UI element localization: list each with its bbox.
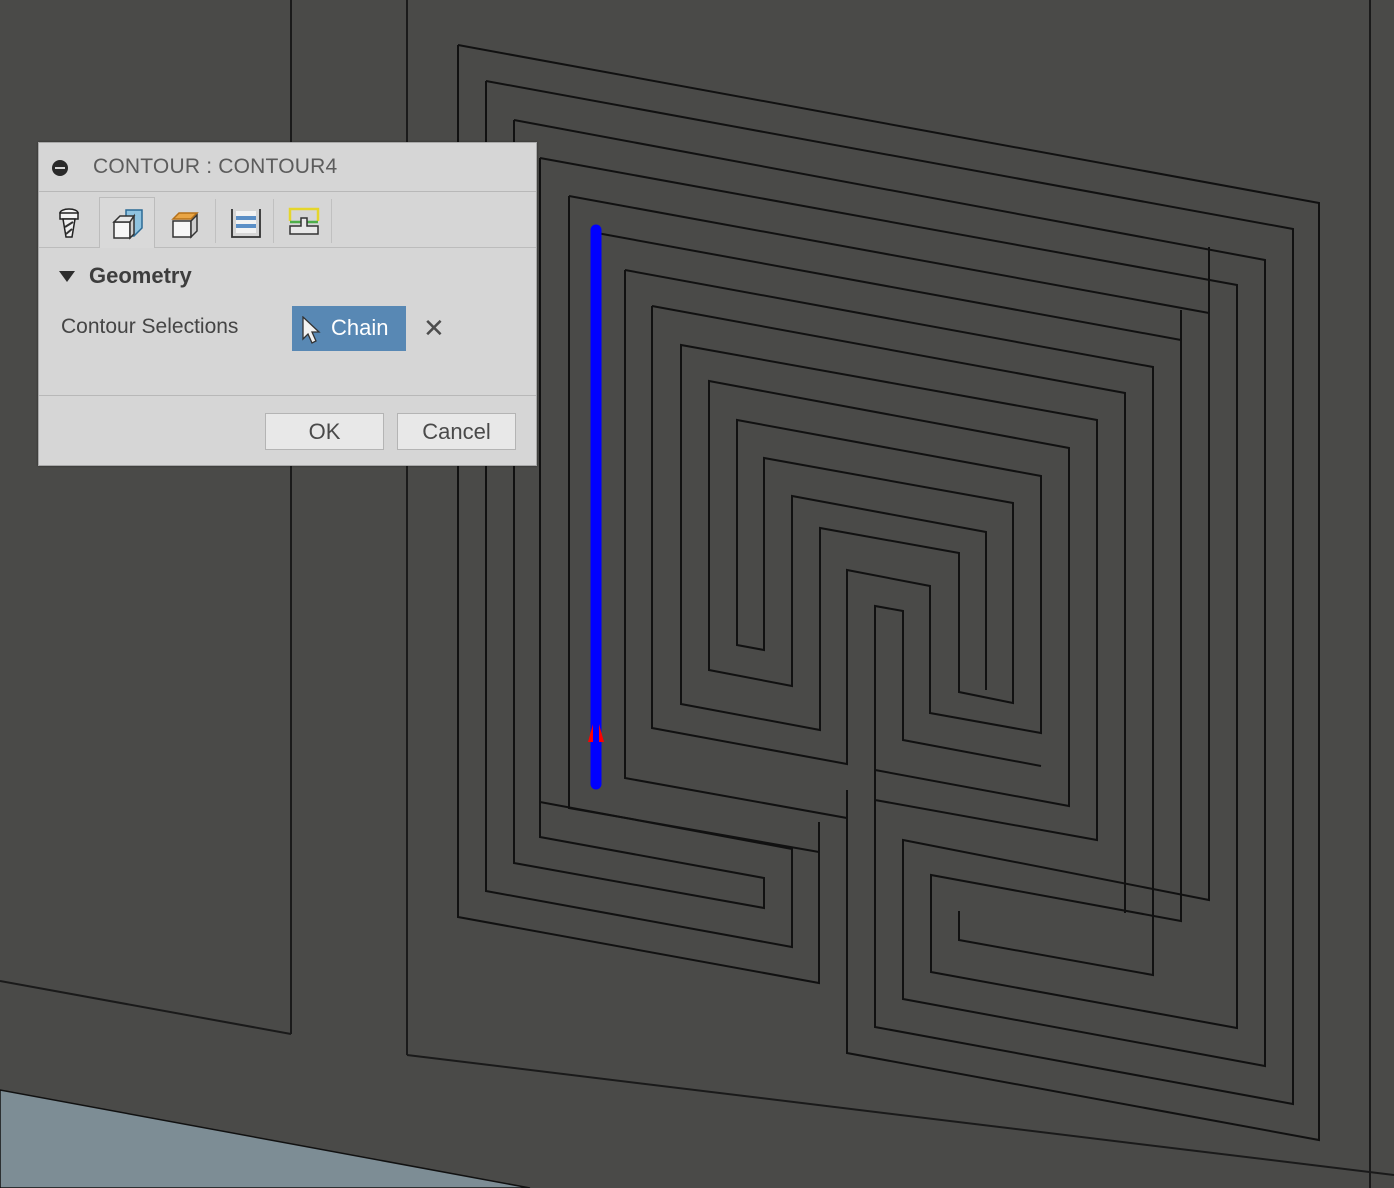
section-title: Geometry [89, 263, 192, 288]
expand-triangle-icon[interactable] [59, 271, 75, 282]
maze-contours [457, 44, 1320, 1142]
linking-icon [288, 207, 320, 235]
tab-divider [273, 199, 274, 243]
geometry-box-icon [112, 209, 143, 240]
tab-heights[interactable] [157, 197, 213, 247]
ground-plane [0, 1089, 531, 1188]
tab-divider [215, 199, 216, 243]
ok-button[interactable]: OK [265, 413, 384, 450]
drill-bit-icon [59, 208, 79, 238]
clear-selection-icon[interactable]: ✕ [423, 315, 445, 341]
dialog-title: CONTOUR : CONTOUR4 [93, 155, 338, 178]
collapse-icon[interactable] [52, 160, 68, 176]
cancel-button[interactable]: Cancel [397, 413, 516, 450]
dialog-header[interactable]: CONTOUR : CONTOUR4 [39, 143, 536, 192]
chain-button-label: Chain [331, 315, 389, 340]
contour-selections-label: Contour Selections [61, 315, 239, 338]
contour-dialog: CONTOUR : CONTOUR4 Geometry Contour Sele… [38, 142, 537, 466]
tab-passes[interactable] [217, 197, 273, 247]
heights-box-icon [171, 212, 199, 239]
chain-selection-button[interactable]: Chain [292, 306, 406, 351]
tab-divider [331, 199, 332, 243]
tab-linking[interactable] [275, 197, 331, 247]
dialog-tabs [39, 191, 536, 248]
tab-geometry[interactable] [99, 197, 155, 248]
tab-tool[interactable] [43, 197, 99, 247]
dialog-footer: OK Cancel [39, 395, 536, 465]
pointer-cursor-icon [302, 316, 321, 344]
passes-icon [231, 209, 261, 238]
